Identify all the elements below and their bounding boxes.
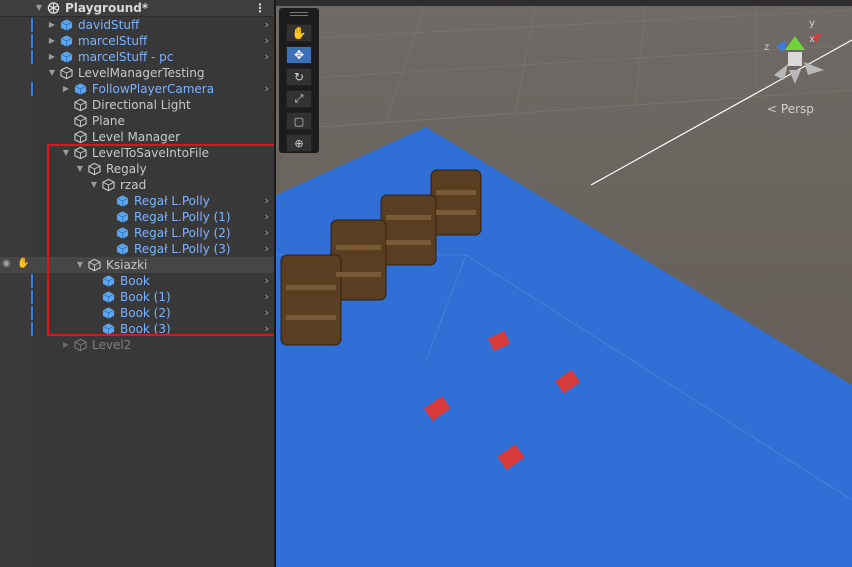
item-label: LevelManagerTesting <box>78 66 205 80</box>
projection-toggle[interactable]: < Persp <box>767 102 814 116</box>
collapsed-arrow-icon[interactable]: ▶ <box>47 49 57 65</box>
chevron-right-icon[interactable]: › <box>265 17 269 33</box>
scene-tools-overlay: ✋ ✥ ↻ ⤢ ▢ ⊕ <box>279 8 319 153</box>
gameobject-cube-icon <box>60 66 73 80</box>
scene-name: Playground* <box>65 1 149 15</box>
hierarchy-item-marcelstuff[interactable]: ▶ marcelStuff › <box>33 33 274 49</box>
hierarchy-item-level-manager[interactable]: Level Manager <box>33 129 274 145</box>
hierarchy-item-levelmanagertesting[interactable]: ▼ LevelManagerTesting <box>33 65 274 81</box>
shelf-2[interactable] <box>380 194 437 266</box>
item-label: marcelStuff - pc <box>78 50 174 64</box>
chevron-right-icon[interactable]: › <box>265 33 269 49</box>
hierarchy-item-directional-light[interactable]: Directional Light <box>33 97 274 113</box>
item-label: Plane <box>92 114 125 128</box>
scale-tool-button[interactable]: ⤢ <box>286 90 312 108</box>
hierarchy-item-plane[interactable]: Plane <box>33 113 274 129</box>
collapsed-arrow-icon[interactable]: ▶ <box>47 33 57 49</box>
chevron-right-icon[interactable]: › <box>265 81 269 97</box>
gameobject-cube-icon <box>74 130 87 144</box>
view-tool-button[interactable]: ✋ <box>286 24 312 42</box>
gizmo-z-label: z <box>764 42 769 53</box>
transform-icon: ⊕ <box>294 136 304 150</box>
rect-tool-button[interactable]: ▢ <box>286 112 312 130</box>
gameobject-cube-icon <box>74 114 87 128</box>
more-options-icon[interactable]: ⋮ <box>254 0 266 16</box>
projection-label: Persp <box>780 102 814 116</box>
item-label: FollowPlayerCamera <box>92 82 215 96</box>
gameobject-cube-icon <box>74 338 87 352</box>
item-label: davidStuff <box>78 18 140 32</box>
prefab-cube-icon <box>74 83 87 95</box>
item-label: Level2 <box>92 338 132 352</box>
expanded-arrow-icon[interactable]: ▼ <box>47 65 57 81</box>
prefab-cube-icon <box>60 19 73 31</box>
scene-view[interactable]: y x z <box>276 0 852 567</box>
hand-icon: ✋ <box>291 26 307 40</box>
prefab-cube-icon <box>60 51 73 63</box>
gameobject-cube-icon <box>74 98 87 112</box>
shelf-3[interactable] <box>430 169 482 236</box>
hierarchy-item-davidstuff[interactable]: ▶ davidStuff › <box>33 17 274 33</box>
shelf-0[interactable] <box>280 254 342 346</box>
item-label: Level Manager <box>92 130 181 144</box>
hierarchy-gutter <box>0 0 34 567</box>
prefab-cube-icon <box>60 35 73 47</box>
chevron-right-icon[interactable]: › <box>265 49 269 65</box>
perspective-icon: < <box>767 102 778 116</box>
collapsed-arrow-icon[interactable]: ▶ <box>47 17 57 33</box>
top-bar-strip <box>276 0 852 6</box>
collapsed-arrow-icon[interactable]: ▶ <box>61 81 71 97</box>
item-label: Directional Light <box>92 98 191 112</box>
move-arrows-icon: ✥ <box>293 48 305 62</box>
move-tool-button[interactable]: ✥ <box>286 46 312 64</box>
drag-handle-icon[interactable] <box>290 12 308 16</box>
rotate-tool-button[interactable]: ↻ <box>286 68 312 86</box>
pickability-hand-icon[interactable]: ✋ <box>17 258 29 269</box>
gizmo-x-label: x <box>809 34 815 45</box>
collapsed-arrow-icon[interactable]: ▶ <box>61 337 71 353</box>
scene-header[interactable]: ▼ Playground* ⋮ <box>0 0 274 17</box>
visibility-eye-icon[interactable]: ◉ <box>2 258 11 269</box>
hierarchy-item-followplayercamera[interactable]: ▶ FollowPlayerCamera › <box>33 81 274 97</box>
fold-arrow-icon[interactable]: ▼ <box>34 0 44 16</box>
transform-tool-button[interactable]: ⊕ <box>286 134 312 152</box>
unity-scene-icon <box>47 2 60 14</box>
hierarchy-item-marcelstuff-pc[interactable]: ▶ marcelStuff - pc › <box>33 49 274 65</box>
rotate-icon: ↻ <box>293 70 305 84</box>
scale-icon: ⤢ <box>294 92 304 105</box>
gizmo-y-label: y <box>809 18 815 29</box>
hierarchy-item-level2[interactable]: ▶ Level2 <box>33 337 274 353</box>
gizmo-center-cube[interactable] <box>788 52 802 66</box>
item-label: marcelStuff <box>78 34 148 48</box>
rect-icon: ▢ <box>293 114 305 128</box>
selection-highlight-box <box>47 144 276 336</box>
